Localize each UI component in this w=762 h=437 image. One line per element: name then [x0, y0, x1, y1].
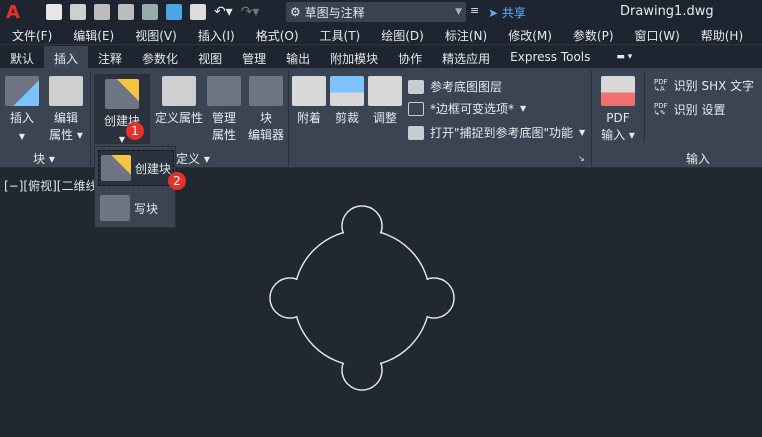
dropdown-create-block[interactable]: 创建块: [98, 150, 174, 186]
step-badge-2: 2: [168, 172, 186, 190]
dropdown-write-block[interactable]: 写块: [98, 190, 174, 226]
step-badge-1: 1: [126, 122, 144, 140]
shape-fill: [270, 206, 454, 390]
create-block-dropdown: 创建块 写块: [94, 146, 176, 228]
write-block-icon: [100, 195, 130, 221]
create-block-icon: [101, 155, 131, 181]
